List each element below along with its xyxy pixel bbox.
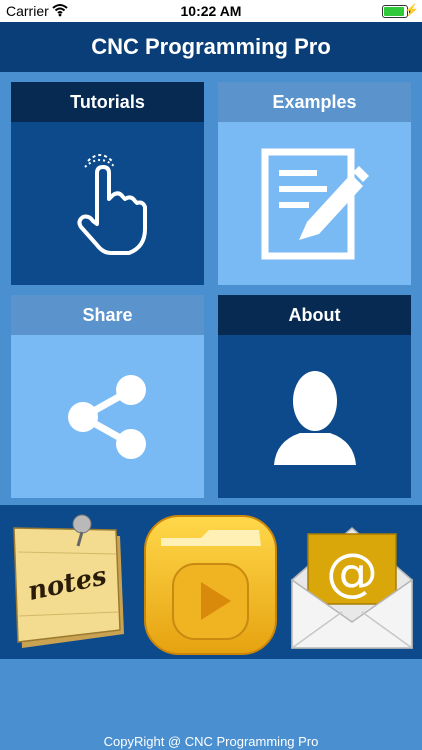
video-folder-button[interactable] [143,512,278,662]
mail-icon: @ [291,527,413,649]
video-folder-icon [144,515,277,655]
person-silhouette-icon [273,370,356,465]
status-bar: Carrier 10:22 AM ⚡ [0,0,422,22]
examples-tile[interactable]: Examples [218,82,411,285]
status-time: 10:22 AM [180,3,242,19]
examples-label: Examples [218,82,411,122]
share-tile[interactable]: Share [11,295,204,498]
share-label: Share [11,295,204,335]
charging-icon: ⚡ [404,3,419,17]
app-title: CNC Programming Pro [91,34,331,59]
notes-icon: notes [13,514,124,648]
share-icon [67,374,146,459]
touch-hand-icon [76,153,147,255]
nav-bar: CNC Programming Pro [0,22,422,72]
tutorials-tile[interactable]: Tutorials [11,82,204,285]
at-symbol-icon: @ [326,543,378,603]
about-tile[interactable]: About [218,295,411,498]
mail-app-button[interactable]: @ [290,518,414,658]
tutorials-label: Tutorials [11,82,204,122]
about-label: About [218,295,411,335]
copyright-footer: CopyRight @ CNC Programming Pro [103,734,319,749]
document-edit-icon [261,148,369,259]
notes-app-button[interactable]: notes [8,512,130,662]
